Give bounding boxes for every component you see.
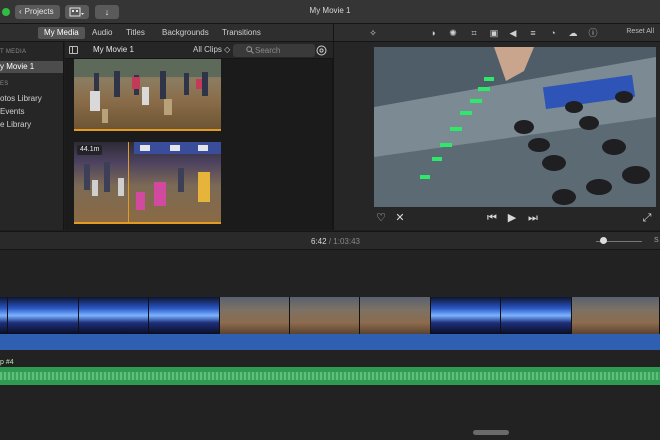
timecode-display: 6:42 / 1:03:43 (311, 237, 360, 246)
timeline-toolbar: 6:42 / 1:03:43 S (0, 231, 660, 250)
audio-track[interactable] (0, 367, 660, 385)
adjustments-toolbar: ✧ ◑ ✺ ⌗ ▣ ◀ ≡ ◔ ☁ ⓘ Reset All (333, 24, 660, 42)
sidebar-item-library[interactable]: e Library (0, 119, 31, 131)
search-field[interactable] (233, 44, 315, 57)
title-bar: ‹ Projects ↓ My Movie 1 (0, 0, 660, 24)
color-balance-icon[interactable]: ◑ (427, 27, 439, 39)
tab-backgrounds[interactable]: Backgrounds (156, 27, 215, 39)
clip-duration-badge: 44.1m (77, 145, 103, 155)
clip-frame (0, 297, 8, 334)
reset-all-button[interactable]: Reset All (626, 28, 654, 35)
clip-frame (431, 297, 501, 334)
skimmer-line (128, 142, 129, 222)
media-clip-thumbnail[interactable] (74, 59, 221, 131)
tab-my-media[interactable]: My Media (38, 27, 85, 39)
crop-icon[interactable]: ⌗ (468, 27, 480, 39)
total-duration: 1:03:43 (333, 237, 360, 246)
skip-forward-icon[interactable]: ⏭ (526, 211, 540, 225)
clip-frame (360, 297, 431, 334)
libraries-sidebar: T MEDIA y Movie 1 ES otos Library Events… (0, 42, 64, 230)
equalizer-icon[interactable]: ≡ (527, 27, 539, 39)
clip-frame (290, 297, 360, 334)
tab-transitions[interactable]: Transitions (216, 27, 267, 39)
timeline[interactable]: p #4 (0, 250, 660, 440)
sidebar-item-my-movie[interactable]: y Movie 1 (0, 61, 63, 73)
speed-icon[interactable]: ◔ (547, 27, 559, 39)
clip-frame (8, 297, 79, 334)
audio-waveform (0, 372, 660, 380)
current-time: 6:42 (311, 237, 327, 246)
color-palette-icon[interactable]: ✺ (447, 27, 459, 39)
sidebar-toggle-icon[interactable] (69, 46, 78, 54)
sidebar-item-photos-library[interactable]: otos Library (0, 93, 42, 105)
clip-frame (220, 297, 290, 334)
media-clip-thumbnail[interactable]: 44.1m (74, 142, 221, 224)
tab-titles[interactable]: Titles (120, 27, 151, 39)
title-track[interactable] (0, 334, 660, 350)
sidebar-section-libraries: ES (0, 81, 9, 87)
magic-wand-icon[interactable]: ✧ (367, 27, 379, 39)
clip-frame (501, 297, 572, 334)
skip-back-icon[interactable]: ⏮ (485, 211, 499, 225)
media-tab-bar: My Media Audio Titles Backgrounds Transi… (0, 24, 333, 42)
reject-icon[interactable]: ✕ (393, 211, 407, 225)
fullscreen-icon[interactable]: ⤢ (640, 211, 654, 225)
clip-filter-select[interactable]: All Clips ◇ (193, 45, 230, 54)
window-title: My Movie 1 (309, 6, 351, 15)
volume-icon[interactable]: ◀ (507, 27, 519, 39)
info-icon[interactable]: ⓘ (587, 27, 599, 39)
search-icon (246, 46, 254, 54)
browser-toolbar: My Movie 1 All Clips ◇ (65, 42, 333, 59)
clip-frame-image (74, 59, 221, 123)
tab-audio[interactable]: Audio (86, 27, 118, 39)
mixing-console-image (374, 47, 656, 207)
noise-reduction-icon[interactable]: ☁ (567, 27, 579, 39)
sidebar-section-project-media: T MEDIA (0, 49, 27, 55)
timecode-separator: / (328, 237, 332, 246)
video-track[interactable] (0, 297, 660, 334)
clip-frame (572, 297, 660, 334)
browser-title: My Movie 1 (93, 45, 134, 54)
sidebar-item-events[interactable]: Events (0, 106, 24, 118)
search-input[interactable] (255, 45, 313, 56)
clip-frame (149, 297, 220, 334)
settings-label[interactable]: S (654, 237, 659, 244)
favorite-heart-icon[interactable]: ♡ (374, 211, 388, 225)
timeline-scrollbar[interactable] (473, 430, 509, 435)
gear-icon[interactable] (316, 45, 327, 56)
zoom-slider-handle[interactable] (600, 237, 607, 244)
play-button[interactable]: ▶ (505, 211, 519, 225)
clip-frame (79, 297, 149, 334)
viewer-panel: ♡ ✕ ⏮ ▶ ⏭ ⤢ (333, 42, 660, 230)
video-preview[interactable] (374, 47, 656, 207)
media-browser: My Movie 1 All Clips ◇ Search 44.1m (65, 42, 333, 230)
audio-track-label: p #4 (0, 359, 14, 366)
stabilization-icon[interactable]: ▣ (488, 27, 500, 39)
